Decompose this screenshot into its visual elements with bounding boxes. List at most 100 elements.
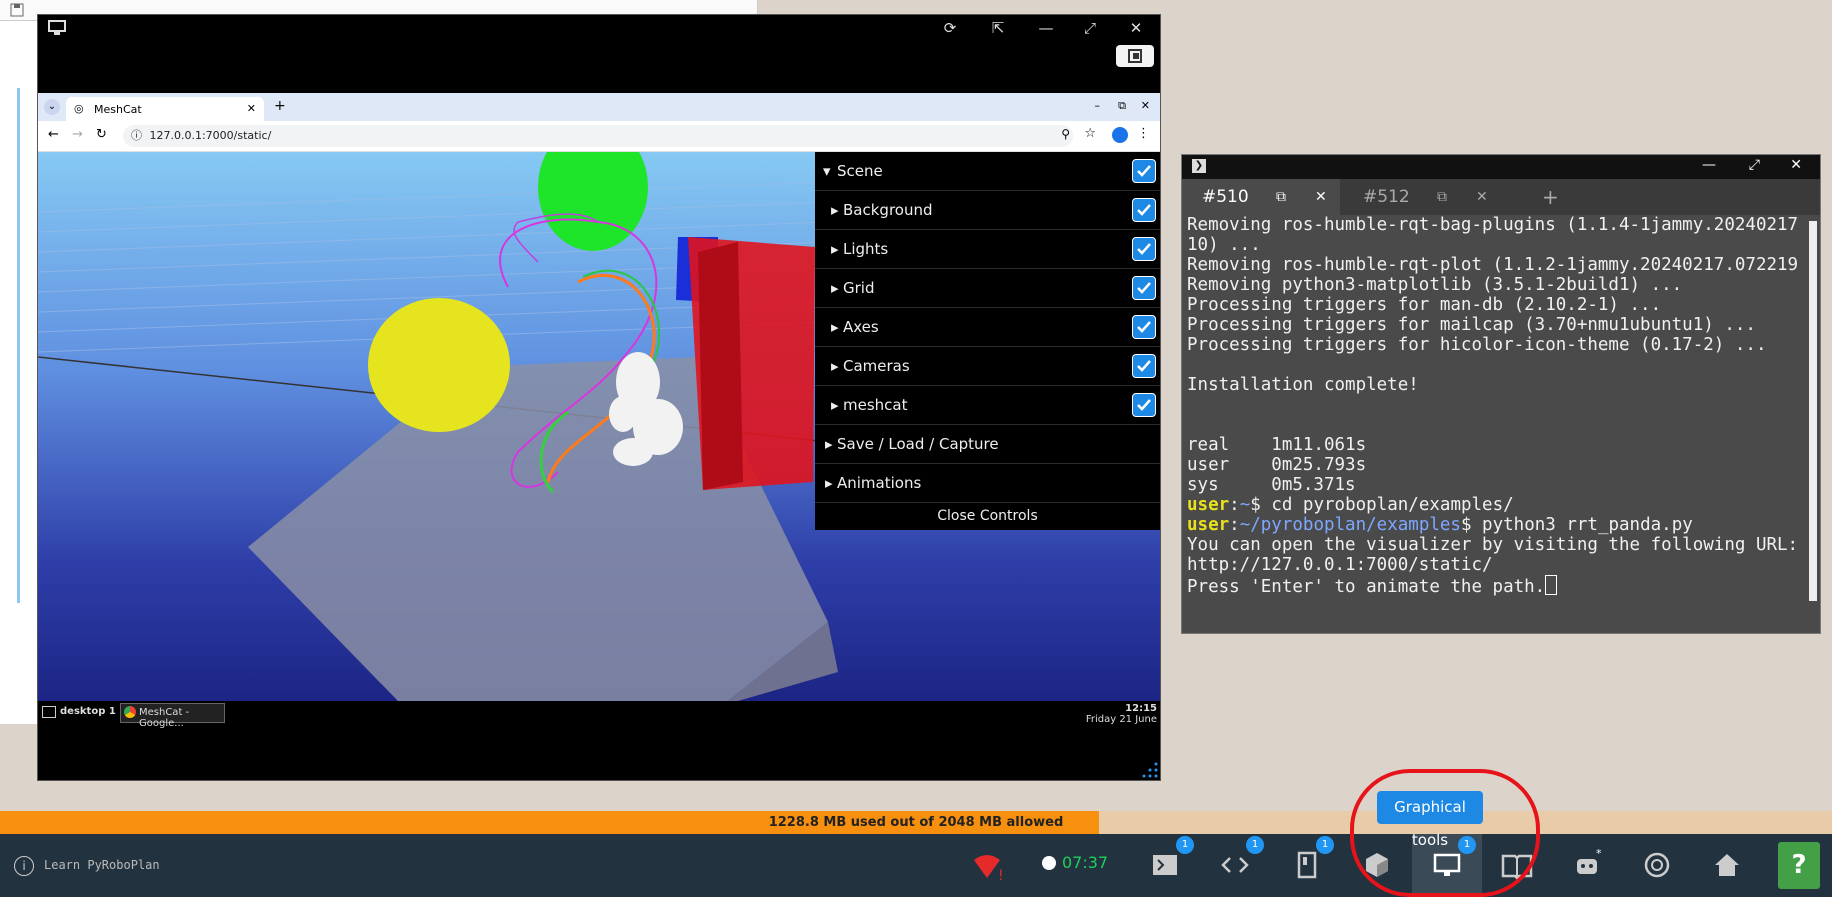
zoom-icon[interactable]: ⚲ xyxy=(1061,127,1070,141)
url-text: 127.0.0.1:7000/static/ xyxy=(149,129,272,142)
menu-kebab-icon[interactable]: ⋮ xyxy=(1137,126,1150,141)
fullscreen-icon xyxy=(1128,49,1142,63)
home-icon[interactable] xyxy=(1710,848,1744,882)
grid-checkbox[interactable] xyxy=(1132,276,1156,300)
terminal-titlebar: ❯ — ⤢ ✕ xyxy=(1182,155,1820,179)
tab-search-button[interactable]: ⌄ xyxy=(44,99,60,115)
meshcat-controls-panel: ▾ Scene ▸ Background ▸ Lights ▸ Grid ▸ A… xyxy=(815,152,1160,530)
forward-icon[interactable]: → xyxy=(72,127,83,142)
minimize-icon[interactable]: — xyxy=(1036,18,1056,38)
resize-handle-icon[interactable] xyxy=(1142,762,1158,778)
collapsed-arrow-icon: ▸ xyxy=(831,240,839,258)
bookmark-star-icon[interactable]: ☆ xyxy=(1084,126,1096,141)
control-grid[interactable]: ▸ Grid xyxy=(815,269,1160,308)
collapsed-arrow-icon: ▸ xyxy=(831,318,839,336)
lights-checkbox[interactable] xyxy=(1132,237,1156,261)
refresh-icon[interactable]: ⟳ xyxy=(940,18,960,38)
vnc-taskbar: desktop 1 MeshCat - Google... 12:15 Frid… xyxy=(38,701,1160,729)
fullscreen-button[interactable] xyxy=(1116,45,1154,67)
terminal-cursor xyxy=(1545,575,1558,595)
url-bar[interactable]: ⓘ 127.0.0.1:7000/static/ xyxy=(123,125,1073,147)
code-editor-icon[interactable] xyxy=(1218,848,1252,882)
window-minimize-icon[interactable]: – xyxy=(1095,99,1101,112)
terminal-scrollbar[interactable] xyxy=(1809,221,1817,601)
tab-label: #512 xyxy=(1363,187,1410,207)
robot-icon[interactable]: * xyxy=(1570,848,1604,882)
meshcat-checkbox[interactable] xyxy=(1132,393,1156,417)
control-label: Scene xyxy=(837,162,883,180)
control-cameras[interactable]: ▸ Cameras xyxy=(815,347,1160,386)
control-animations[interactable]: ▸ Animations xyxy=(815,464,1160,503)
prompt-path: ~ xyxy=(1239,495,1251,515)
control-label: Animations xyxy=(837,474,922,492)
maximize-icon[interactable]: ⤢ xyxy=(1749,157,1760,173)
new-terminal-tab-button[interactable]: + xyxy=(1542,179,1582,215)
learn-label[interactable]: Learn PyRoboPlan xyxy=(44,858,160,872)
tab-close-icon[interactable]: ✕ xyxy=(1476,179,1488,215)
back-icon[interactable]: ← xyxy=(48,127,59,142)
help-button[interactable]: ? xyxy=(1778,842,1820,889)
terminal-tab-512[interactable]: #512 ⧉ ✕ xyxy=(1343,179,1501,215)
ai-assistant-icon[interactable] xyxy=(1640,848,1674,882)
popout-icon[interactable]: ⧉ xyxy=(1437,179,1447,215)
meshcat-viewport[interactable]: ▾ Scene ▸ Background ▸ Lights ▸ Grid ▸ A… xyxy=(38,152,1160,701)
terminal-line: Removing ros-humble-rqt-plot (1.1.2-1jam… xyxy=(1187,255,1799,275)
tab-close-icon[interactable]: ✕ xyxy=(247,102,256,115)
prompt-user: user xyxy=(1187,515,1230,535)
control-axes[interactable]: ▸ Axes xyxy=(815,308,1160,347)
taskbar-app-meshcat[interactable]: MeshCat - Google... xyxy=(120,703,225,729)
notebook-icon[interactable] xyxy=(1290,848,1324,882)
reload-icon[interactable]: ↻ xyxy=(96,127,107,142)
save-icon[interactable] xyxy=(10,3,24,17)
terminal-line-text: Press 'Enter' to animate the path. xyxy=(1187,577,1546,597)
close-icon[interactable]: ✕ xyxy=(1126,18,1146,38)
terminal-line: user 0m25.793s xyxy=(1187,455,1367,475)
control-label: Cameras xyxy=(843,357,910,375)
terminal-tab-510[interactable]: #510 ⧉ ✕ xyxy=(1182,179,1340,215)
popout-icon[interactable]: ⧉ xyxy=(1276,179,1286,215)
close-controls-button[interactable]: Close Controls xyxy=(815,503,1160,530)
window-close-icon[interactable]: ✕ xyxy=(1141,99,1150,112)
info-icon[interactable]: i xyxy=(14,856,34,876)
cameras-checkbox[interactable] xyxy=(1132,354,1156,378)
desktop-label[interactable]: desktop 1 xyxy=(60,706,116,717)
maximize-icon[interactable]: ⤢ xyxy=(1080,18,1100,38)
close-icon[interactable]: ✕ xyxy=(1790,157,1802,173)
clock: 12:15 Friday 21 June xyxy=(1086,703,1157,725)
control-lights[interactable]: ▸ Lights xyxy=(815,230,1160,269)
profile-avatar[interactable] xyxy=(1112,127,1128,143)
browser-window: ⌄ ◎ MeshCat ✕ + – ⧉ ✕ ← → ↻ ⓘ 127.0.0.1:… xyxy=(38,93,1160,701)
terminal-line: You can open the visualizer by visiting … xyxy=(1187,535,1799,555)
desktop-icon xyxy=(42,706,56,718)
control-label: Lights xyxy=(843,240,889,258)
control-background[interactable]: ▸ Background xyxy=(815,191,1160,230)
tab-close-icon[interactable]: ✕ xyxy=(1315,179,1327,215)
collapsed-arrow-icon: ▸ xyxy=(831,396,839,414)
control-scene[interactable]: ▾ Scene xyxy=(815,152,1160,191)
wifi-warning-icon[interactable]: ! xyxy=(970,848,1004,882)
terminal-tabs: #510 ⧉ ✕ #512 ⧉ ✕ + xyxy=(1182,179,1820,215)
prompt-path: ~/pyroboplan/examples xyxy=(1239,515,1461,535)
browser-tabstrip: ⌄ ◎ MeshCat ✕ + – ⧉ ✕ xyxy=(38,93,1160,121)
tab-meshcat[interactable]: ◎ MeshCat ✕ xyxy=(66,97,264,121)
control-label: Grid xyxy=(843,279,875,297)
minimize-icon[interactable]: — xyxy=(1702,157,1716,173)
terminal-prompt-line: user:~/pyroboplan/examples$ python3 rrt_… xyxy=(1187,515,1693,535)
terminal-line: Processing triggers for man-db (2.10.2-1… xyxy=(1187,295,1662,315)
control-save-load-capture[interactable]: ▸ Save / Load / Capture xyxy=(815,425,1160,464)
open-external-icon[interactable]: ⇱ xyxy=(988,18,1008,38)
monitor-icon xyxy=(48,20,66,35)
window-restore-icon[interactable]: ⧉ xyxy=(1118,99,1126,113)
background-app-sidebar xyxy=(17,88,20,603)
terminal-icon[interactable] xyxy=(1148,848,1182,882)
control-label: meshcat xyxy=(843,396,908,414)
control-meshcat[interactable]: ▸ meshcat xyxy=(815,386,1160,425)
terminal-output[interactable]: Removing ros-humble-rqt-bag-plugins (1.1… xyxy=(1182,215,1807,633)
new-tab-button[interactable]: + xyxy=(274,98,286,114)
scene-checkbox[interactable] xyxy=(1132,159,1156,183)
axes-checkbox[interactable] xyxy=(1132,315,1156,339)
site-info-icon[interactable]: ⓘ xyxy=(131,129,142,142)
background-checkbox[interactable] xyxy=(1132,198,1156,222)
session-timer: 07:37 xyxy=(1062,853,1109,872)
